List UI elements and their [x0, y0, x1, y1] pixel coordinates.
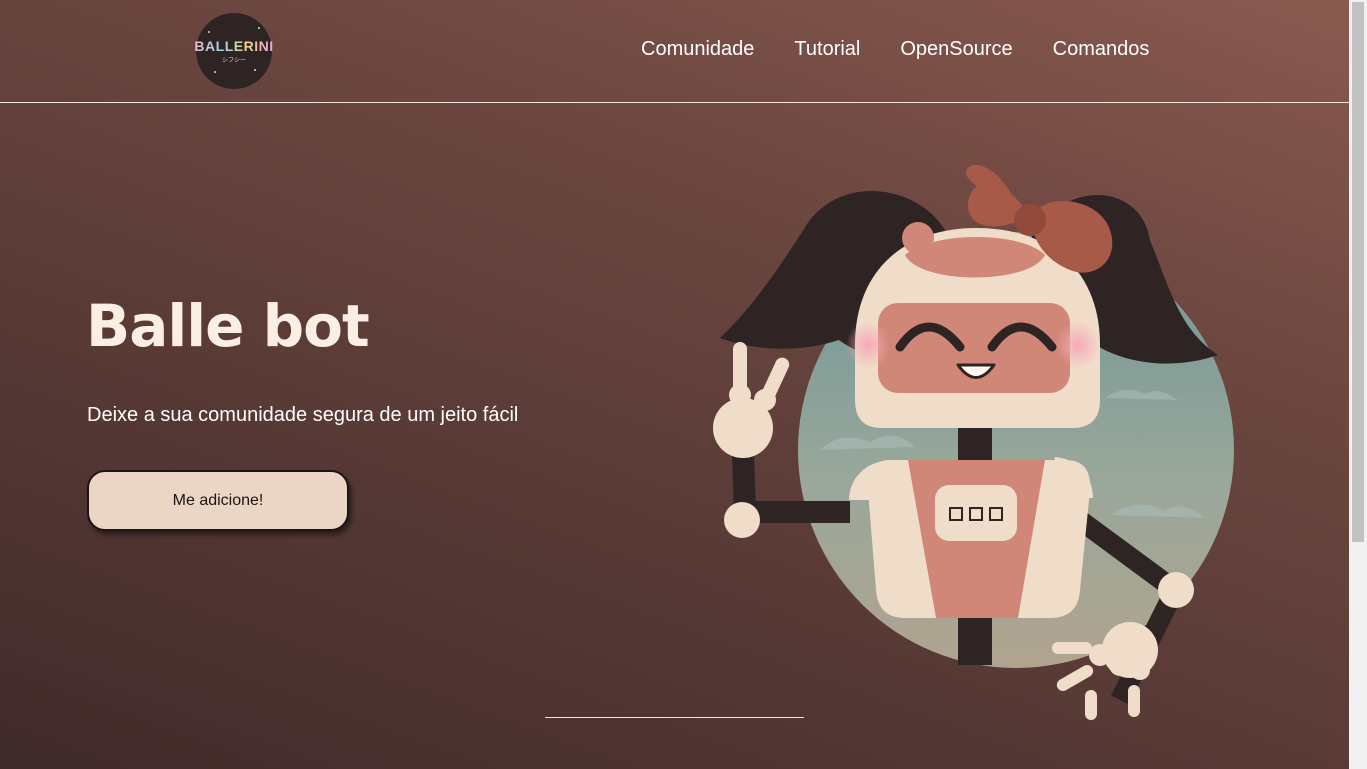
section-divider — [545, 717, 804, 718]
add-bot-button[interactable]: Me adicione! — [87, 470, 349, 531]
logo-brand-text: BALLERINI — [194, 38, 274, 54]
nav-link-comunidade[interactable]: Comunidade — [641, 38, 754, 61]
ballerini-logo[interactable]: BALLERINI シフシー — [194, 13, 274, 89]
scrollbar-thumb[interactable] — [1352, 2, 1364, 542]
main-nav: Comunidade Tutorial OpenSource Comandos — [641, 38, 1149, 61]
site-header: BALLERINI シフシー Comunidade Tutorial OpenS… — [0, 0, 1349, 103]
page-scrollbar[interactable] — [1349, 0, 1367, 769]
nav-link-tutorial[interactable]: Tutorial — [794, 38, 860, 61]
hero-subtitle: Deixe a sua comunidade segura de um jeit… — [87, 404, 519, 426]
logo-tagline: シフシー — [221, 58, 246, 64]
hero-title: Balle bot — [86, 292, 370, 360]
nav-link-comandos[interactable]: Comandos — [1053, 38, 1150, 61]
robot-illustration — [713, 164, 1234, 720]
nav-link-opensource[interactable]: OpenSource — [900, 38, 1012, 61]
landing-page: BALLERINI シフシー Comunidade Tutorial OpenS… — [0, 0, 1349, 769]
